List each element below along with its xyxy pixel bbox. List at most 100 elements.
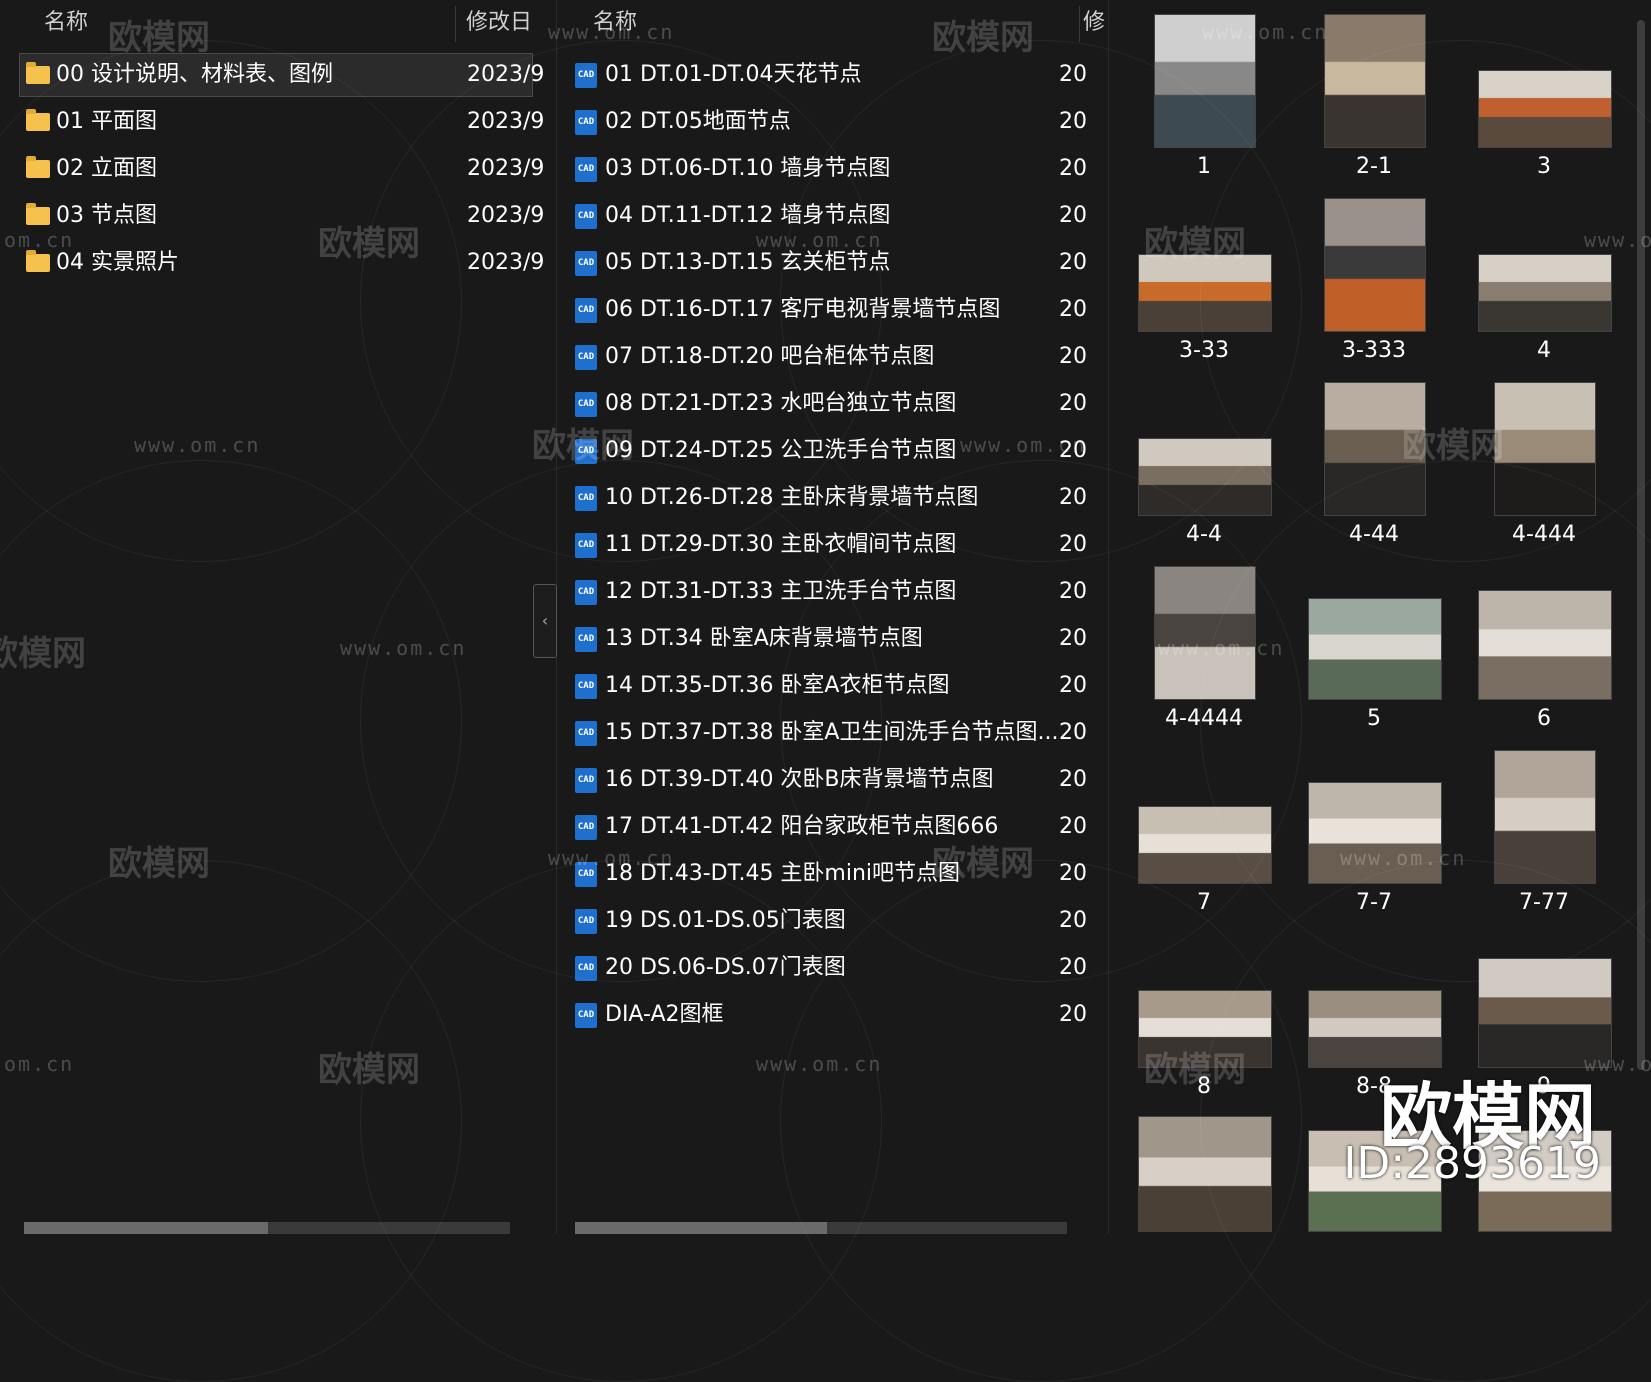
image-thumbnail[interactable] (1138, 438, 1272, 516)
file-row[interactable]: CAD 07 DT.18-DT.20 吧台柜体节点图 20 (575, 336, 1087, 378)
column-divider[interactable] (1079, 6, 1080, 42)
file-row[interactable]: CAD 09 DT.24-DT.25 公卫洗手台节点图 20 (575, 430, 1087, 472)
folder-icon (26, 250, 50, 272)
file-row[interactable]: CAD 15 DT.37-DT.38 卧室A卫生间洗手台节点图... 20 (575, 712, 1087, 754)
file-row[interactable]: CAD 18 DT.43-DT.45 主卧mini吧节点图 20 (575, 853, 1087, 895)
thumbnail-caption: 3-333 (1342, 338, 1406, 363)
file-row[interactable]: CAD 08 DT.21-DT.23 水吧台独立节点图 20 (575, 383, 1087, 425)
file-date: 20 (1059, 532, 1087, 557)
file-row[interactable]: CAD 02 DT.05地面节点 20 (575, 101, 1087, 143)
horizontal-scrollbar-thumb[interactable] (24, 1222, 268, 1234)
folder-row[interactable]: 02 立面图 2023/9 (20, 148, 544, 190)
folder-name: 00 设计说明、材料表、图例 (56, 62, 333, 87)
image-thumbnail[interactable] (1138, 254, 1272, 332)
column-header-name[interactable]: 名称 (44, 0, 88, 46)
collapse-pane-button[interactable]: ‹ (533, 584, 557, 658)
file-date: 20 (1059, 814, 1087, 839)
thumbnail-caption: 2-1 (1356, 154, 1392, 179)
image-thumbnail[interactable] (1308, 990, 1442, 1068)
folder-row[interactable]: 00 设计说明、材料表、图例 2023/9 (19, 53, 544, 97)
image-thumbnail[interactable] (1138, 1116, 1272, 1232)
file-row[interactable]: CAD 20 DS.06-DS.07门表图 20 (575, 947, 1087, 989)
thumbnail-caption: 8 (1197, 1074, 1211, 1099)
image-thumbnail[interactable] (1324, 14, 1426, 148)
image-thumbnail[interactable] (1478, 70, 1612, 148)
file-date: 20 (1059, 1002, 1087, 1027)
file-row[interactable]: CAD 13 DT.34 卧室A床背景墙节点图 20 (575, 618, 1087, 660)
file-row[interactable]: CAD 03 DT.06-DT.10 墙身节点图 20 (575, 148, 1087, 190)
image-thumbnail[interactable] (1478, 590, 1612, 700)
file-name: 14 DT.35-DT.36 卧室A衣柜节点图 (605, 673, 950, 698)
image-thumbnail[interactable] (1138, 806, 1272, 884)
folder-date: 2023/9 (467, 109, 545, 134)
file-list-pane: ^ 名称 修 CAD 01 DT.01-DT.04天花节点 20 CAD 02 DT.0… (557, 0, 1107, 1234)
file-name: 15 DT.37-DT.38 卧室A卫生间洗手台节点图... (605, 720, 1059, 745)
file-row[interactable]: CAD 16 DT.39-DT.40 次卧B床背景墙节点图 20 (575, 759, 1087, 801)
file-name: 05 DT.13-DT.15 玄关柜节点 (605, 250, 891, 275)
file-row[interactable]: CAD 17 DT.41-DT.42 阳台家政柜节点图666 20 (575, 806, 1087, 848)
sort-caret-icon: ^ (240, 0, 252, 10)
image-thumbnail[interactable] (1324, 198, 1426, 332)
thumbnail-caption: 6 (1537, 706, 1551, 731)
folder-row[interactable]: 01 平面图 2023/9 (20, 101, 544, 143)
file-name: 02 DT.05地面节点 (605, 109, 791, 134)
horizontal-scrollbar-thumb[interactable] (575, 1222, 827, 1234)
file-name: 11 DT.29-DT.30 主卧衣帽间节点图 (605, 532, 957, 557)
column-header-date[interactable]: 修 (1083, 0, 1105, 46)
file-row[interactable]: CAD 01 DT.01-DT.04天花节点 20 (575, 54, 1087, 96)
image-thumbnail[interactable] (1154, 566, 1256, 700)
file-row[interactable]: CAD 14 DT.35-DT.36 卧室A衣柜节点图 20 (575, 665, 1087, 707)
file-date: 20 (1059, 391, 1087, 416)
file-row[interactable]: CAD 19 DS.01-DS.05门表图 20 (575, 900, 1087, 942)
file-date: 20 (1059, 955, 1087, 980)
image-thumbnail[interactable] (1494, 382, 1596, 516)
file-row[interactable]: CAD 12 DT.31-DT.33 主卫洗手台节点图 20 (575, 571, 1087, 613)
file-date: 20 (1059, 720, 1087, 745)
thumbnail-caption: 4-4444 (1165, 706, 1243, 731)
cad-file-icon: CAD (575, 674, 597, 699)
image-thumbnail[interactable] (1494, 750, 1596, 884)
image-thumbnail[interactable] (1154, 14, 1256, 148)
file-date: 20 (1059, 438, 1087, 463)
image-thumbnail[interactable] (1478, 254, 1612, 332)
cad-file-icon: CAD (575, 956, 597, 981)
vertical-scrollbar[interactable] (1637, 20, 1645, 1070)
cad-file-icon: CAD (575, 486, 597, 511)
file-date: 20 (1059, 250, 1087, 275)
cad-file-icon: CAD (575, 298, 597, 323)
image-thumbnail[interactable] (1478, 958, 1612, 1068)
file-date: 20 (1059, 62, 1087, 87)
file-row[interactable]: CAD DIA-A2图框 20 (575, 994, 1087, 1036)
folder-date: 2023/9 (467, 203, 545, 228)
thumbnail-caption: 4-4 (1186, 522, 1222, 547)
folder-icon (26, 203, 50, 225)
sort-caret-icon: ^ (821, 0, 833, 10)
file-name: 17 DT.41-DT.42 阳台家政柜节点图666 (605, 814, 999, 839)
thumbnail-caption: 7-77 (1519, 890, 1569, 915)
folder-icon (26, 109, 50, 131)
image-thumbnail[interactable] (1138, 990, 1272, 1068)
column-header-name[interactable]: 名称 (593, 0, 637, 46)
file-row[interactable]: CAD 11 DT.29-DT.30 主卧衣帽间节点图 20 (575, 524, 1087, 566)
file-name: 08 DT.21-DT.23 水吧台独立节点图 (605, 391, 957, 416)
image-thumbnail[interactable] (1308, 782, 1442, 884)
thumbnail-caption: 4 (1537, 338, 1551, 363)
image-thumbnail[interactable] (1308, 598, 1442, 700)
folder-row[interactable]: 04 实景照片 2023/9 (20, 242, 544, 284)
cad-file-icon: CAD (575, 439, 597, 464)
column-divider[interactable] (455, 6, 456, 42)
folder-row[interactable]: 03 节点图 2023/9 (20, 195, 544, 237)
file-row[interactable]: CAD 10 DT.26-DT.28 主卧床背景墙节点图 20 (575, 477, 1087, 519)
file-row[interactable]: CAD 06 DT.16-DT.17 客厅电视背景墙节点图 20 (575, 289, 1087, 331)
file-name: 09 DT.24-DT.25 公卫洗手台节点图 (605, 438, 957, 463)
image-thumbnail[interactable] (1324, 382, 1426, 516)
folder-icon (26, 62, 50, 84)
file-name: 12 DT.31-DT.33 主卫洗手台节点图 (605, 579, 957, 604)
thumbnail-grid-pane: 1 2-1 3 3-33 3-333 4 4-4 4-44 4-444 4-4444 5 6 7 7-7 7… (1109, 0, 1651, 1234)
file-row[interactable]: CAD 04 DT.11-DT.12 墙身节点图 20 (575, 195, 1087, 237)
file-date: 20 (1059, 626, 1087, 651)
folder-name: 04 实景照片 (56, 250, 179, 275)
column-header-date[interactable]: 修改日 (466, 0, 532, 46)
file-row[interactable]: CAD 05 DT.13-DT.15 玄关柜节点 20 (575, 242, 1087, 284)
file-date: 20 (1059, 579, 1087, 604)
